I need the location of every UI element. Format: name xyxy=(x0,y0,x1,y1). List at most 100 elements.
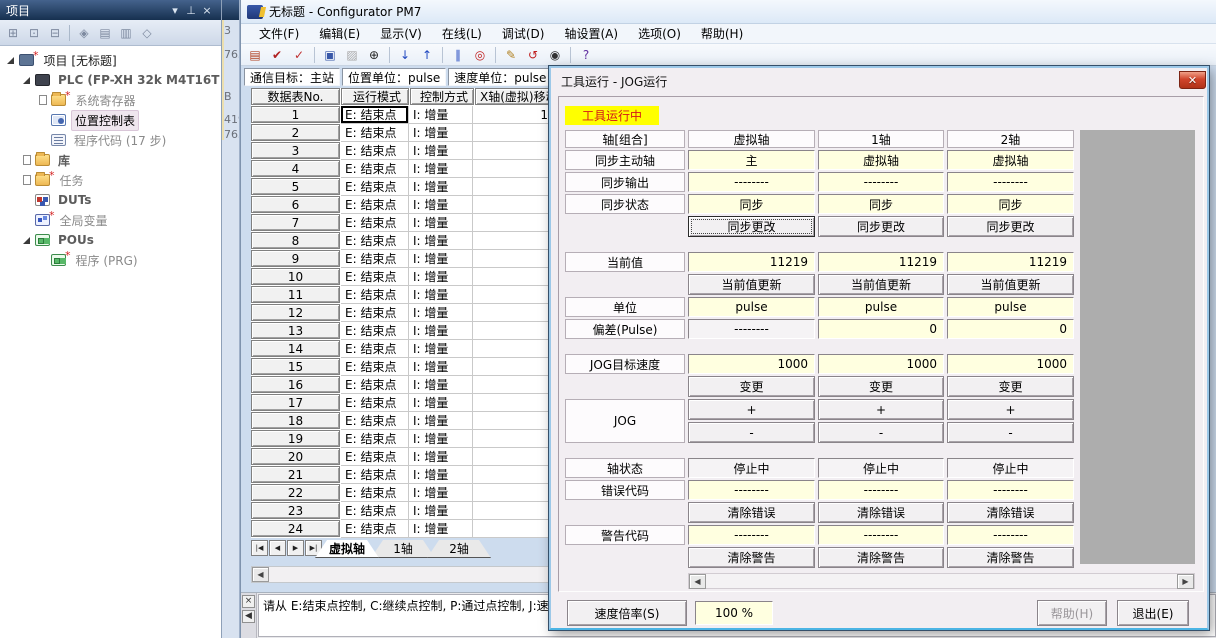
tree-item[interactable]: *程序 (PRG) xyxy=(0,250,221,270)
help-icon[interactable]: ? xyxy=(576,46,596,64)
row-number-cell[interactable]: 5 xyxy=(251,178,340,195)
control-method-cell[interactable]: I: 增量 xyxy=(409,376,473,394)
speed-rate-button[interactable]: 速度倍率(S) xyxy=(567,600,687,626)
x-axis-move-cell[interactable] xyxy=(473,286,553,304)
control-method-cell[interactable]: I: 增量 xyxy=(409,124,473,142)
x-axis-move-cell[interactable] xyxy=(473,412,553,430)
verify-123-icon[interactable]: ✓ xyxy=(289,46,309,64)
row-number-cell[interactable]: 12 xyxy=(251,304,340,321)
x-axis-move-cell[interactable] xyxy=(473,304,553,322)
current-update-2轴-button[interactable]: 当前值更新 xyxy=(947,274,1074,295)
run-mode-cell[interactable]: E: 结束点 xyxy=(341,160,409,178)
jog-speed-change-虚拟轴-button[interactable]: 变更 xyxy=(688,376,815,397)
exit-button[interactable]: 退出(E) xyxy=(1117,600,1189,626)
menu-item-H[interactable]: 帮助(H) xyxy=(691,23,753,44)
jog-speed-change-1轴-button[interactable]: 变更 xyxy=(818,376,944,397)
control-method-cell[interactable]: I: 增量 xyxy=(409,502,473,520)
clear-error-1轴-button[interactable]: 清除错误 xyxy=(818,502,944,523)
x-axis-move-cell[interactable] xyxy=(473,502,553,520)
run-mode-cell[interactable]: E: 结束点 xyxy=(341,358,409,376)
clear-error-虚拟轴-button[interactable]: 清除错误 xyxy=(688,502,815,523)
control-method-cell[interactable]: I: 增量 xyxy=(409,412,473,430)
row-number-cell[interactable]: 8 xyxy=(251,232,340,249)
tree-item[interactable]: DUTs xyxy=(0,190,221,210)
library-open-icon[interactable]: ▤ xyxy=(96,24,114,42)
run-mode-cell[interactable]: E: 结束点 xyxy=(341,232,409,250)
tab-1轴[interactable]: 1轴 xyxy=(371,540,435,558)
run-mode-cell[interactable]: E: 结束点 xyxy=(341,106,409,124)
x-axis-move-cell[interactable] xyxy=(473,376,553,394)
control-method-cell[interactable]: I: 增量 xyxy=(409,340,473,358)
x-axis-move-cell[interactable] xyxy=(473,142,553,160)
x-axis-move-cell[interactable] xyxy=(473,178,553,196)
tree-expander-icon[interactable] xyxy=(22,75,32,85)
row-number-cell[interactable]: 13 xyxy=(251,322,340,339)
row-number-cell[interactable]: 19 xyxy=(251,430,340,447)
row-number-cell[interactable]: 10 xyxy=(251,268,340,285)
tree-expander-icon[interactable] xyxy=(22,175,32,185)
run-mode-cell[interactable]: E: 结束点 xyxy=(341,502,409,520)
x-axis-move-cell[interactable] xyxy=(473,358,553,376)
run-mode-cell[interactable]: E: 结束点 xyxy=(341,322,409,340)
control-method-cell[interactable]: I: 增量 xyxy=(409,214,473,232)
x-axis-move-cell[interactable] xyxy=(473,394,553,412)
run-mode-cell[interactable]: E: 结束点 xyxy=(341,286,409,304)
current-update-1轴-button[interactable]: 当前值更新 xyxy=(818,274,944,295)
row-number-cell[interactable]: 22 xyxy=(251,484,340,501)
control-method-cell[interactable]: I: 增量 xyxy=(409,196,473,214)
run-mode-cell[interactable]: E: 结束点 xyxy=(341,520,409,538)
library-add-icon[interactable]: ◈ xyxy=(75,24,93,42)
control-method-cell[interactable]: I: 增量 xyxy=(409,520,473,538)
tree-item[interactable]: POUs xyxy=(0,230,221,250)
x-axis-move-cell[interactable] xyxy=(473,430,553,448)
run-mode-cell[interactable]: E: 结束点 xyxy=(341,448,409,466)
clear-warning-虚拟轴-button[interactable]: 清除警告 xyxy=(688,547,815,568)
control-method-cell[interactable]: I: 增量 xyxy=(409,250,473,268)
run-mode-cell[interactable]: E: 结束点 xyxy=(341,178,409,196)
tab-2轴[interactable]: 2轴 xyxy=(427,540,491,558)
run-mode-cell[interactable]: E: 结束点 xyxy=(341,304,409,322)
control-method-cell[interactable]: I: 增量 xyxy=(409,466,473,484)
row-number-cell[interactable]: 9 xyxy=(251,250,340,267)
tree-expander-icon[interactable] xyxy=(22,155,32,165)
library-edit-icon[interactable]: ▥ xyxy=(117,24,135,42)
x-axis-move-cell[interactable] xyxy=(473,214,553,232)
tree-item[interactable]: *系统寄存器 xyxy=(0,90,221,110)
current-update-虚拟轴-button[interactable]: 当前值更新 xyxy=(688,274,815,295)
row-number-cell[interactable]: 15 xyxy=(251,358,340,375)
menu-item-D[interactable]: 调试(D) xyxy=(492,23,555,44)
library-icon[interactable]: ◇ xyxy=(138,24,156,42)
sync-change-虚拟轴-button[interactable]: 同步更改 xyxy=(688,216,815,237)
x-axis-move-cell[interactable] xyxy=(473,484,553,502)
sync-change-2轴-button[interactable]: 同步更改 xyxy=(947,216,1074,237)
row-number-cell[interactable]: 14 xyxy=(251,340,340,357)
run-mode-cell[interactable]: E: 结束点 xyxy=(341,484,409,502)
clear-warning-2轴-button[interactable]: 清除警告 xyxy=(947,547,1074,568)
monitor-icon[interactable]: ◉ xyxy=(545,46,565,64)
edit-table-icon[interactable]: ✎ xyxy=(501,46,521,64)
run-mode-cell[interactable]: E: 结束点 xyxy=(341,268,409,286)
row-number-cell[interactable]: 11 xyxy=(251,286,340,303)
x-axis-move-cell[interactable] xyxy=(473,196,553,214)
row-number-cell[interactable]: 2 xyxy=(251,124,340,141)
clear-error-2轴-button[interactable]: 清除错误 xyxy=(947,502,1074,523)
run-mode-cell[interactable]: E: 结束点 xyxy=(341,196,409,214)
tab-虚拟轴[interactable]: 虚拟轴 xyxy=(315,540,379,558)
tree-item[interactable]: 程序代码 (17 步) xyxy=(0,130,221,150)
control-method-cell[interactable]: I: 增量 xyxy=(409,160,473,178)
control-method-cell[interactable]: I: 增量 xyxy=(409,142,473,160)
table-header-mode[interactable]: 运行模式 xyxy=(341,88,409,105)
control-method-cell[interactable]: I: 增量 xyxy=(409,484,473,502)
edit-check-icon[interactable]: ✔ xyxy=(267,46,287,64)
prev-message-button[interactable]: ◀ xyxy=(242,610,255,623)
jog-plus-虚拟轴-button[interactable]: + xyxy=(688,399,815,420)
pin-icon[interactable]: ⊥ xyxy=(183,4,199,17)
new-document-icon[interactable]: ▤ xyxy=(245,46,265,64)
origin-position-icon[interactable]: ◎ xyxy=(470,46,490,64)
x-axis-move-cell[interactable] xyxy=(473,160,553,178)
jog-minus-虚拟轴-button[interactable]: - xyxy=(688,422,815,443)
menu-item-A[interactable]: 轴设置(A) xyxy=(554,23,628,44)
tree-expander-icon[interactable] xyxy=(6,55,16,65)
table-header-ctrl[interactable]: 控制方式 xyxy=(410,88,474,105)
menu-item-O[interactable]: 选项(O) xyxy=(628,23,691,44)
